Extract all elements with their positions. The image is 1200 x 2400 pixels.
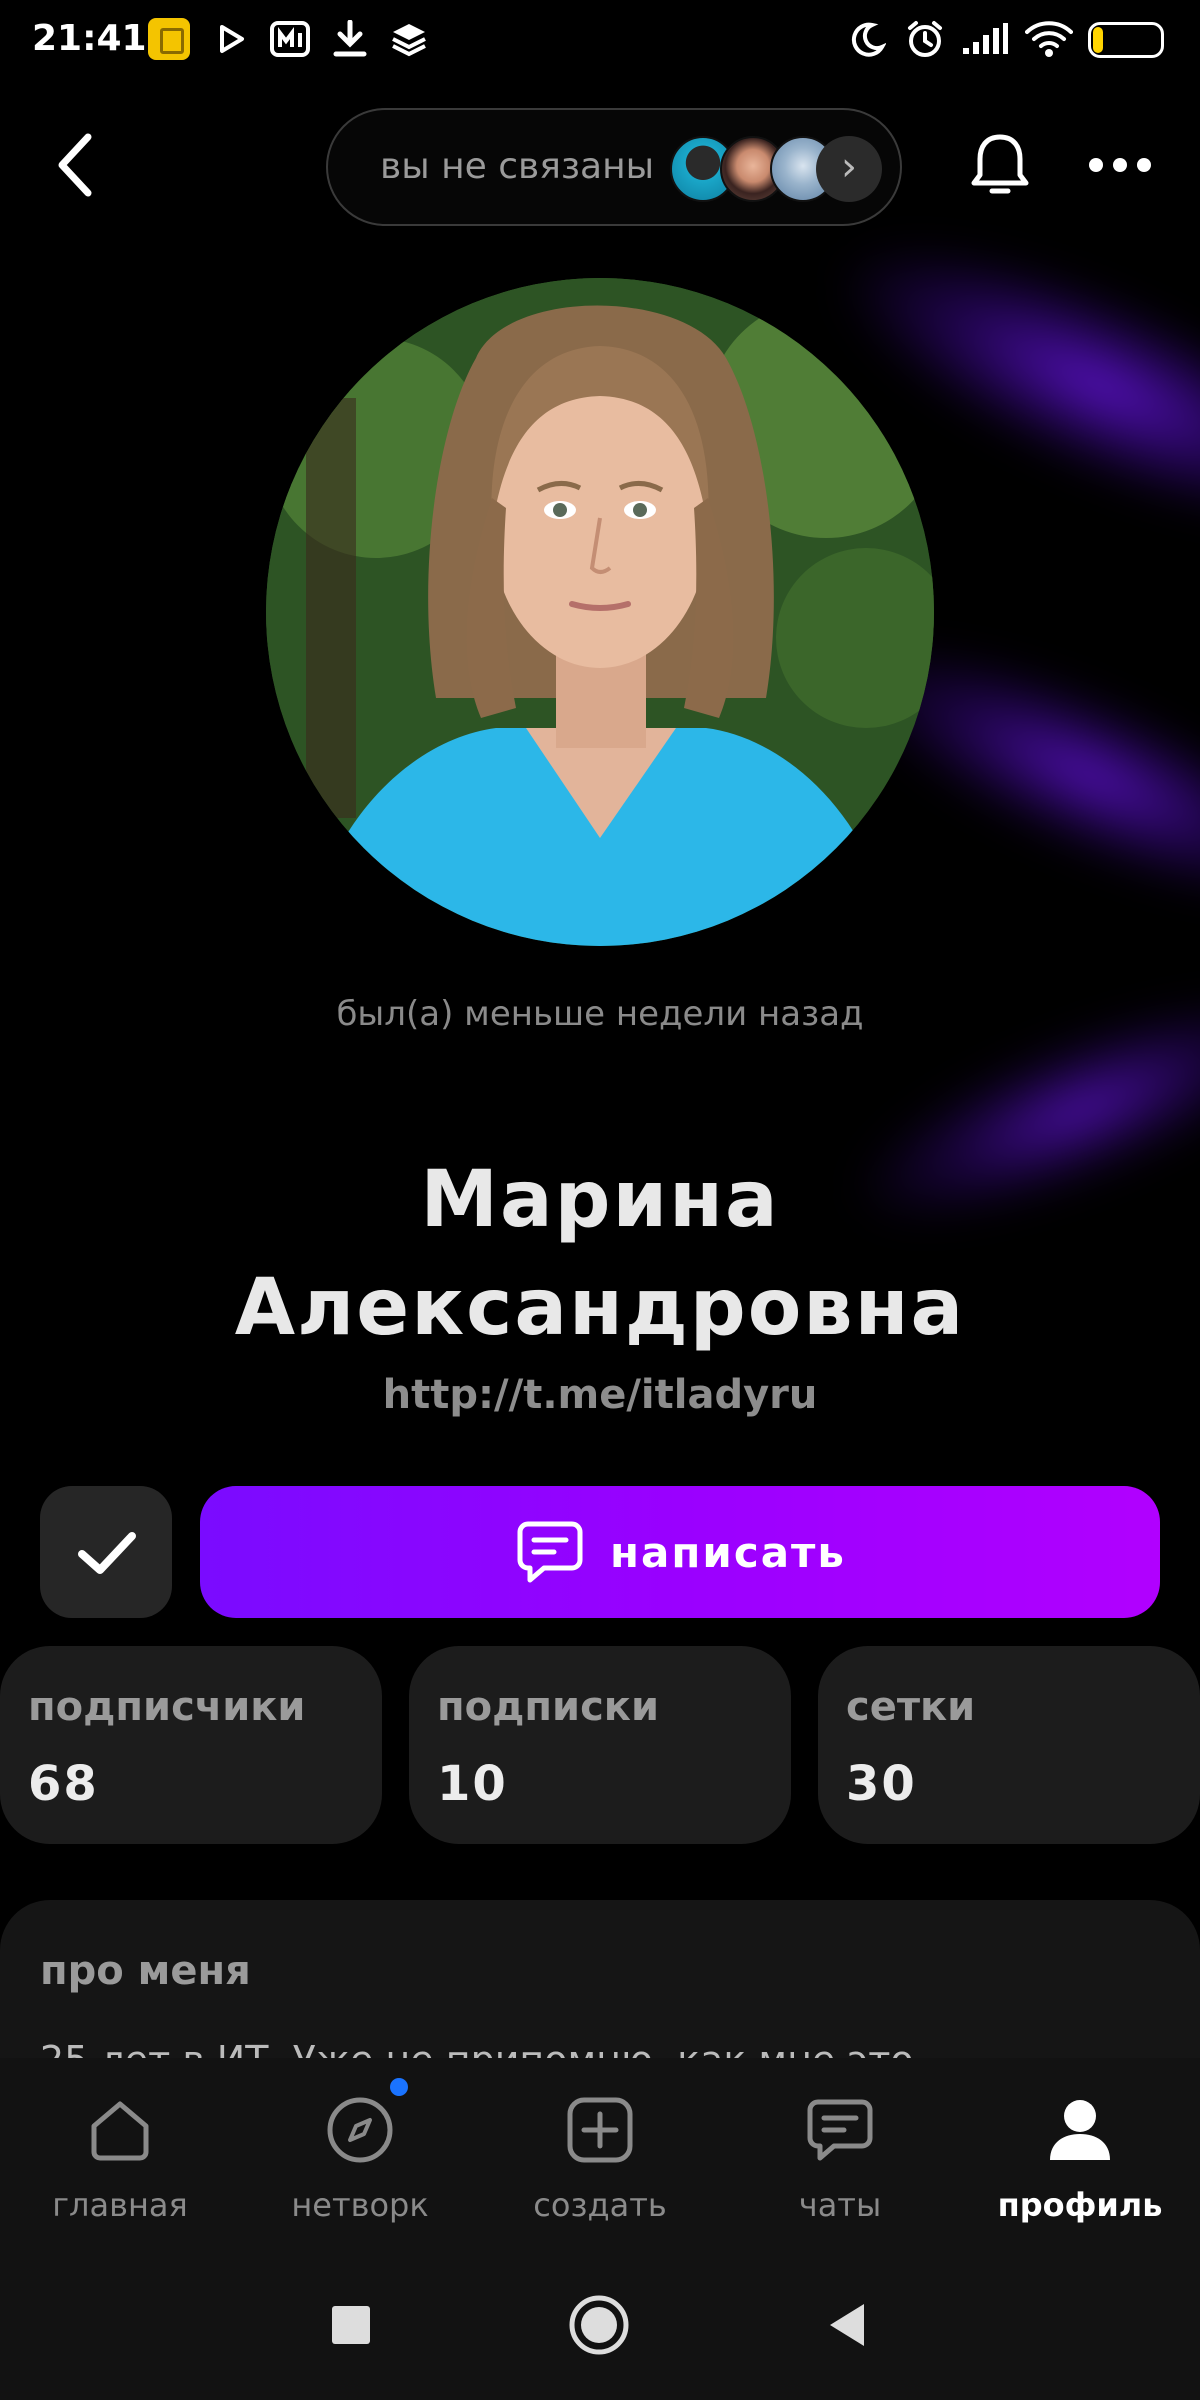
mail-icon	[268, 18, 312, 60]
stat-value: 10	[437, 1756, 508, 1812]
nav-label: чаты	[798, 2186, 882, 2224]
nav-create[interactable]: создать	[480, 2058, 720, 2250]
chat-icon	[517, 1521, 583, 1583]
notifications-button[interactable]	[960, 125, 1040, 205]
profile-link[interactable]: http://t.me/itladyru	[0, 1372, 1200, 1418]
about-text: 25 лет в ИТ. Уже не припомню, как мне эт…	[40, 2038, 914, 2060]
nav-profile[interactable]: профиль	[960, 2058, 1200, 2250]
triangle-back-icon	[830, 2304, 864, 2346]
profile-name: Марина Александровна	[0, 1146, 1200, 1362]
connected-toggle-button[interactable]	[40, 1486, 172, 1618]
status-bar: 21:41 15	[0, 0, 1200, 80]
more-options-button[interactable]	[1080, 135, 1160, 195]
chat-icon	[807, 2099, 873, 2161]
stat-followers[interactable]: подписчики 68	[0, 1646, 382, 1844]
circle-icon	[569, 2295, 629, 2355]
stat-label: сетки	[846, 1684, 976, 1730]
chevron-left-icon	[58, 133, 92, 197]
square-icon	[332, 2306, 370, 2344]
app-notification-icon	[148, 18, 190, 60]
profile-photo	[266, 278, 934, 946]
nav-chats[interactable]: чаты	[720, 2058, 960, 2250]
compass-icon	[327, 2097, 393, 2163]
wifi-icon	[1024, 18, 1074, 60]
profile-first-name: Марина	[420, 1155, 780, 1245]
stat-label: подписчики	[28, 1684, 306, 1730]
layers-icon	[388, 18, 430, 60]
connection-status-pill[interactable]: вы не связаны ›	[326, 108, 902, 226]
status-time: 21:41	[32, 18, 147, 59]
bottom-navigation: главная нетворк создать чаты профиль	[0, 2058, 1200, 2250]
bell-icon	[971, 134, 1029, 194]
nav-label: главная	[52, 2186, 188, 2224]
write-message-button[interactable]: написать	[200, 1486, 1160, 1618]
connection-status-text: вы не связаны	[380, 146, 655, 187]
profile-last-name: Александровна	[234, 1263, 966, 1353]
battery-percent: 15	[1110, 27, 1142, 52]
battery-icon: 15	[1088, 22, 1164, 58]
profile-avatar[interactable]	[266, 278, 934, 946]
stat-value: 68	[28, 1756, 99, 1812]
plus-square-icon	[567, 2097, 633, 2163]
last-seen-status: был(а) меньше недели назад	[336, 994, 864, 1034]
home-icon	[91, 2101, 149, 2161]
more-dots-icon	[1089, 158, 1151, 172]
play-icon	[216, 18, 248, 60]
notification-dot	[390, 2078, 408, 2096]
checkmark-icon	[78, 1532, 136, 1574]
nav-network[interactable]: нетворк	[240, 2058, 480, 2250]
back-system-button[interactable]	[812, 2290, 882, 2360]
moon-icon	[848, 18, 888, 60]
about-title: про меня	[40, 1948, 251, 1994]
nav-label: создать	[533, 2186, 667, 2224]
write-button-label: написать	[610, 1527, 846, 1577]
nav-label: нетворк	[291, 2186, 429, 2224]
download-icon	[330, 18, 370, 60]
about-section[interactable]: про меня 25 лет в ИТ. Уже не припомню, к…	[0, 1900, 1200, 2060]
stat-networks[interactable]: сетки 30	[818, 1646, 1200, 1844]
recent-apps-button[interactable]	[316, 2290, 386, 2360]
home-button[interactable]	[564, 2290, 634, 2360]
nav-home[interactable]: главная	[0, 2058, 240, 2250]
user-icon	[1050, 2100, 1110, 2160]
nav-label: профиль	[997, 2186, 1163, 2224]
stat-value: 30	[846, 1756, 917, 1812]
stat-label: подписки	[437, 1684, 659, 1730]
alarm-icon	[904, 18, 946, 60]
system-navigation-bar	[0, 2250, 1200, 2400]
back-button[interactable]	[40, 125, 110, 205]
signal-icon	[960, 18, 1010, 60]
stat-following[interactable]: подписки 10	[409, 1646, 791, 1844]
chevron-right-icon[interactable]: ›	[816, 136, 882, 202]
